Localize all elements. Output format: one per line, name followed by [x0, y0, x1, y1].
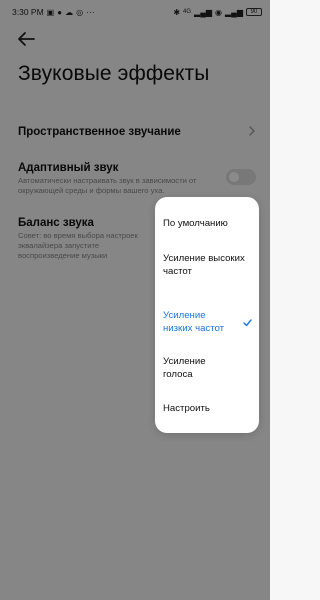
option-custom[interactable]: Настроить — [163, 403, 255, 416]
option-voice-boost[interactable]: Усиление голоса — [163, 356, 223, 381]
option-default[interactable]: По умолчанию — [163, 218, 255, 231]
equalizer-options-popup: По умолчанию Усиление высоких частот Уси… — [155, 197, 259, 433]
option-treble-boost[interactable]: Усиление высоких частот — [163, 253, 255, 278]
option-bass-boost[interactable]: Усиление низких частот — [163, 310, 235, 335]
check-icon — [243, 319, 252, 327]
